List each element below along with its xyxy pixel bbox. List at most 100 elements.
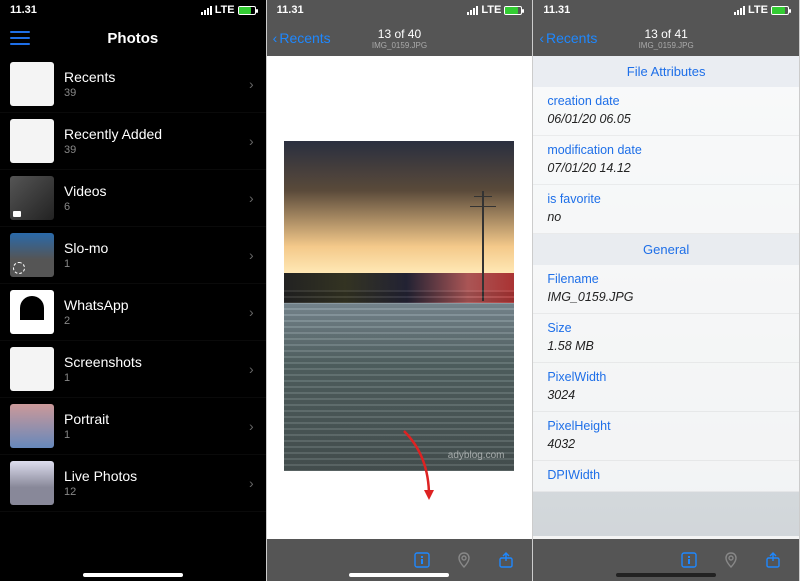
album-name: Live Photos (64, 468, 256, 484)
album-name: Videos (64, 183, 256, 199)
metadata-value: 4032 (547, 437, 785, 451)
album-row[interactable]: Recents39› (0, 56, 266, 113)
metadata-key: modification date (547, 143, 785, 157)
photo-area[interactable]: adyblog.com (267, 56, 533, 536)
status-signal: LTE (734, 4, 789, 16)
metadata-value: 06/01/20 06.05 (547, 112, 785, 126)
album-count: 1 (64, 429, 256, 441)
chevron-right-icon: › (249, 418, 254, 434)
chevron-right-icon: › (249, 304, 254, 320)
album-row[interactable]: Recently Added39› (0, 113, 266, 170)
chevron-right-icon: › (249, 361, 254, 377)
location-icon[interactable] (721, 550, 741, 570)
nav-bar: ‹ Recents 13 of 41 IMG_0159.JPG (533, 20, 799, 56)
album-name: Recently Added (64, 126, 256, 142)
info-icon[interactable] (679, 550, 699, 570)
metadata-scroll[interactable]: File Attributes creation date 06/01/20 0… (533, 56, 799, 536)
kv-creation-date: creation date 06/01/20 06.05 (533, 87, 799, 136)
album-text: Live Photos 12 (64, 468, 256, 498)
nav-bar: Photos (0, 20, 266, 56)
album-thumb (10, 119, 54, 163)
section-header: General (533, 234, 799, 265)
metadata-value: 07/01/20 14.12 (547, 161, 785, 175)
share-icon[interactable] (763, 550, 783, 570)
album-thumb (10, 62, 54, 106)
photo-counter: 13 of 41 (639, 27, 694, 41)
page-title: Photos (107, 30, 158, 47)
metadata-key: creation date (547, 94, 785, 108)
album-text: Portrait 1 (64, 411, 256, 441)
album-row[interactable]: WhatsApp2› (0, 284, 266, 341)
status-time: 11.31 (10, 4, 37, 16)
back-button[interactable]: ‹ Recents (539, 30, 597, 46)
album-count: 39 (64, 87, 256, 99)
album-row[interactable]: Videos 6› (0, 170, 266, 227)
phone-metadata: 11.31 LTE ‹ Recents 13 of 41 IMG_0159.JP… (533, 0, 800, 581)
info-icon[interactable] (412, 550, 432, 570)
album-name: Portrait (64, 411, 256, 427)
metadata-value: 3024 (547, 388, 785, 402)
kv-modification-date: modification date 07/01/20 14.12 (533, 136, 799, 185)
chevron-right-icon: › (249, 190, 254, 206)
album-text: Screenshots 1 (64, 354, 256, 384)
album-name: Screenshots (64, 354, 256, 370)
chevron-right-icon: › (249, 247, 254, 263)
album-text: Slo-mo 1 (64, 240, 256, 270)
photo-image: adyblog.com (284, 141, 514, 471)
album-count: 6 (64, 201, 256, 213)
kv-pixelwidth: PixelWidth 3024 (533, 363, 799, 412)
chevron-right-icon: › (249, 76, 254, 92)
metadata-value: 1.58 MB (547, 339, 785, 353)
status-bar: 11.31 LTE (533, 0, 799, 20)
kv-is-favorite: is favorite no (533, 185, 799, 234)
photo-filename: IMG_0159.JPG (639, 41, 694, 50)
nav-title: 13 of 40 IMG_0159.JPG (372, 27, 427, 50)
nav-bar: ‹ Recents 13 of 40 IMG_0159.JPG (267, 20, 533, 56)
metadata-key: PixelHeight (547, 419, 785, 433)
album-list: Recents39›Recently Added39›Videos6›Slo-m… (0, 56, 266, 512)
section-general: General Filename IMG_0159.JPG Size 1.58 … (533, 234, 799, 492)
album-count: 1 (64, 372, 256, 384)
menu-icon[interactable] (10, 31, 30, 45)
home-indicator[interactable] (349, 573, 449, 577)
home-indicator[interactable] (616, 573, 716, 577)
metadata-key: is favorite (547, 192, 785, 206)
album-name: WhatsApp (64, 297, 256, 313)
kv-size: Size 1.58 MB (533, 314, 799, 363)
album-thumb (10, 347, 54, 391)
phone-photo-view: 11.31 LTE ‹ Recents 13 of 40 IMG_0159.JP… (267, 0, 534, 581)
metadata-key: PixelWidth (547, 370, 785, 384)
kv-pixelheight: PixelHeight 4032 (533, 412, 799, 461)
kv-dpiwidth: DPIWidth (533, 461, 799, 492)
album-count: 1 (64, 258, 256, 270)
nav-title: 13 of 41 IMG_0159.JPG (639, 27, 694, 50)
album-name: Slo-mo (64, 240, 256, 256)
home-indicator[interactable] (83, 573, 183, 577)
section-file-attributes: File Attributes creation date 06/01/20 0… (533, 56, 799, 234)
location-icon[interactable] (454, 550, 474, 570)
album-row[interactable]: Live Photos 12› (0, 455, 266, 512)
metadata-key: DPIWidth (547, 468, 785, 482)
chevron-left-icon: ‹ (273, 30, 278, 46)
status-bar: 11.31 LTE (0, 0, 266, 20)
album-text: WhatsApp2 (64, 297, 256, 327)
album-text: Recently Added 39 (64, 126, 256, 156)
album-row[interactable]: Slo-mo 1› (0, 227, 266, 284)
section-header: File Attributes (533, 56, 799, 87)
album-count: 12 (64, 486, 256, 498)
album-row[interactable]: Screenshots 1› (0, 341, 266, 398)
phone-albums: 11.31 LTE Photos Recents39›Recently Adde… (0, 0, 267, 581)
album-text: Recents39 (64, 69, 256, 99)
status-signal: LTE (467, 4, 522, 16)
album-thumb (10, 404, 54, 448)
metadata-key: Filename (547, 272, 785, 286)
share-icon[interactable] (496, 550, 516, 570)
album-text: Videos 6 (64, 183, 256, 213)
back-button[interactable]: ‹ Recents (273, 30, 331, 46)
photo-counter: 13 of 40 (372, 27, 427, 41)
album-row[interactable]: Portrait 1› (0, 398, 266, 455)
metadata-key: Size (547, 321, 785, 335)
album-count: 39 (64, 144, 256, 156)
chevron-right-icon: › (249, 475, 254, 491)
photo-filename: IMG_0159.JPG (372, 41, 427, 50)
